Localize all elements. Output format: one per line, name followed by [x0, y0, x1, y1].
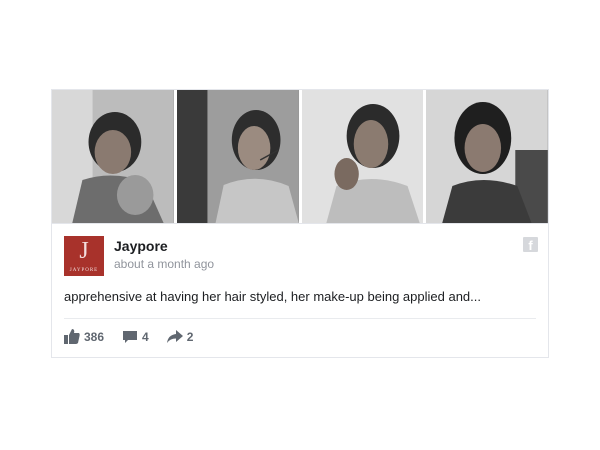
post-timestamp[interactable]: about a month ago — [114, 257, 214, 271]
post-header: J JAYPORE Jaypore about a month ago f — [52, 224, 548, 276]
photo-tile-3[interactable] — [301, 90, 424, 223]
photo-tile-2[interactable] — [176, 90, 299, 223]
photo-2-image — [176, 90, 299, 223]
reaction-bar: 386 4 2 — [64, 329, 211, 344]
comment-button[interactable]: 4 — [122, 330, 149, 344]
comment-count: 4 — [142, 329, 149, 344]
share-count: 2 — [186, 329, 194, 344]
share-button[interactable]: 2 — [166, 329, 194, 344]
avatar-wordmark: JAYPORE — [69, 268, 99, 273]
social-post-card[interactable]: J JAYPORE Jaypore about a month ago f ap… — [51, 89, 549, 358]
page-name-link[interactable]: Jaypore — [114, 238, 168, 254]
page-avatar[interactable]: J JAYPORE — [64, 236, 104, 276]
photo-4-image — [426, 90, 548, 223]
like-button[interactable]: 386 — [64, 329, 104, 344]
share-icon — [166, 329, 183, 343]
photo-tile-1[interactable] — [52, 90, 174, 223]
like-count: 386 — [84, 329, 105, 344]
photo-strip[interactable] — [52, 90, 548, 224]
avatar-monogram: J — [79, 238, 89, 264]
photo-1-image — [52, 90, 174, 223]
facebook-icon[interactable]: f — [523, 237, 538, 252]
like-icon — [64, 329, 80, 344]
photo-tile-4[interactable] — [426, 90, 548, 223]
photo-3-image — [301, 90, 424, 223]
post-text: apprehensive at having her hair styled, … — [64, 289, 481, 304]
divider — [64, 318, 536, 319]
comment-icon — [123, 330, 138, 343]
